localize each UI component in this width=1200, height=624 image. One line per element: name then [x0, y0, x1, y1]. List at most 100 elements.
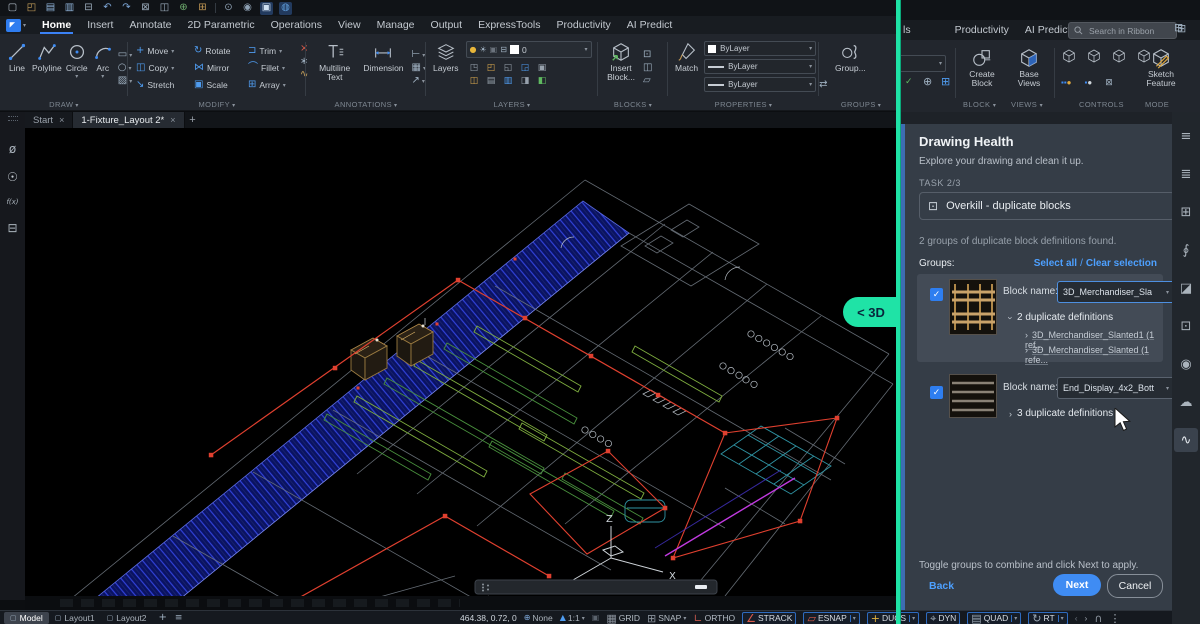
ribbon-tab[interactable]: ExpressTools: [470, 16, 548, 34]
ribbon-search-box[interactable]: [1068, 22, 1177, 39]
ribbon-button[interactable]: ⊞Array: [248, 77, 300, 93]
layer-delete-icon[interactable]: ◨: [517, 75, 534, 88]
isolate-objects-icon[interactable]: ø: [9, 143, 16, 155]
layers-button[interactable]: Layers: [433, 41, 459, 73]
sketch-feature-button[interactable]: Sketch Feature: [1139, 47, 1183, 89]
ribbon-button[interactable]: ▣Scale: [194, 77, 248, 93]
ribbon-tab[interactable]: Annotate: [121, 16, 179, 34]
layout-tab[interactable]: ▢Model: [4, 612, 49, 624]
annotation-flyout[interactable]: ▦: [412, 63, 426, 73]
bylayer-dropdown[interactable]: ByLayer: [704, 77, 816, 92]
match-properties-button[interactable]: Match: [675, 41, 698, 73]
annotative-check-icon[interactable]: ✓: [905, 78, 913, 87]
bricscad-logo[interactable]: [6, 19, 21, 32]
section-label[interactable]: VIEWS: [1011, 100, 1043, 109]
edit-check-icon[interactable]: ⊕: [923, 76, 932, 87]
annotation-flyout[interactable]: ⊢: [412, 50, 426, 60]
group-button[interactable]: Group...: [835, 41, 866, 73]
group-checkbox[interactable]: ✓: [930, 288, 943, 301]
prev-arrow-icon[interactable]: ‹: [1075, 613, 1078, 623]
ribbon-tab[interactable]: Insert: [79, 16, 121, 34]
layer-light-icon[interactable]: ▪▪●: [1061, 72, 1072, 90]
panel-stack-icon[interactable]: ⊟: [1174, 22, 1183, 33]
help-icon[interactable]: ◉: [241, 2, 254, 15]
ribbon-tab-clipped[interactable]: ls: [901, 21, 919, 39]
section-label[interactable]: MODIFY: [128, 100, 306, 109]
ribbon-tab[interactable]: Output: [423, 16, 471, 34]
ribbon-tab[interactable]: Operations: [263, 16, 330, 34]
back-link[interactable]: Back: [929, 580, 954, 592]
plot-icon[interactable]: ⊟: [82, 2, 95, 15]
next-arrow-icon[interactable]: ›: [1085, 613, 1088, 623]
ribbon-button[interactable]: ↘Stretch: [136, 77, 194, 93]
copy-clip-icon[interactable]: ◫: [158, 2, 171, 15]
close-icon[interactable]: [59, 115, 64, 125]
layer-lock-icon[interactable]: ▣: [534, 62, 551, 75]
support-icon[interactable]: ⊙: [222, 2, 235, 15]
view-control-cube-icon[interactable]: [1061, 48, 1077, 64]
ribbon-tab[interactable]: 2D Parametric: [180, 16, 263, 34]
block-tool[interactable]: ◫: [643, 63, 652, 73]
new-document-button[interactable]: +: [185, 112, 201, 128]
status-toggle-on[interactable]: +DUCS: [867, 612, 919, 624]
clear-selection-link[interactable]: Clear selection: [1086, 258, 1157, 269]
ribbon-button[interactable]: Circle: [66, 41, 88, 81]
layer-match-icon[interactable]: ◫: [466, 75, 483, 88]
section-label[interactable]: DRAW: [0, 100, 128, 109]
lightbulb-icon[interactable]: ☉: [7, 171, 18, 183]
ribbon-button[interactable]: ⋈Mirror: [194, 60, 248, 76]
section-label[interactable]: GROUPS: [819, 100, 899, 109]
ribbon-tab[interactable]: AI Predict: [619, 16, 681, 34]
document-tab[interactable]: Start: [25, 112, 73, 128]
layer-previous-icon[interactable]: ◧: [534, 75, 551, 88]
edit-add-icon[interactable]: ⊞: [941, 76, 950, 87]
layer-merge-icon[interactable]: ▥: [500, 75, 517, 88]
close-icon[interactable]: [170, 115, 175, 125]
structure-tree-icon[interactable]: ⊟: [7, 222, 17, 234]
bylayer-dropdown[interactable]: ByLayer: [704, 59, 816, 74]
layer-state-dropdown[interactable]: ● ☀ ▣ ⊟ 0: [466, 41, 592, 58]
layout-list-icon[interactable]: ≡: [175, 614, 183, 623]
select-all-link[interactable]: Select all: [1034, 258, 1077, 269]
workspace-switcher[interactable]: ⊕None: [524, 613, 553, 623]
qat-icon[interactable]: [215, 3, 216, 13]
save-all-icon[interactable]: ▥: [63, 2, 76, 15]
document-tab[interactable]: 1-Fixture_Layout 2*: [73, 112, 184, 128]
ribbon-tab[interactable]: View: [330, 16, 369, 34]
ribbon-button[interactable]: Arc: [92, 41, 114, 81]
section-label[interactable]: BLOCKS: [598, 100, 668, 109]
layout-tab[interactable]: ▢Layout1: [49, 612, 101, 624]
definition-item[interactable]: 3D_Merchandiser_Slanted (1 refe...: [1025, 345, 1163, 365]
bylayer-dropdown[interactable]: ByLayer: [704, 41, 816, 56]
publish-icon[interactable]: ⊞: [196, 2, 209, 15]
status-toggle-on[interactable]: ▤QUAD: [967, 612, 1021, 624]
layer-isolate-icon[interactable]: ◰: [483, 62, 500, 75]
fields-icon[interactable]: f(x): [6, 199, 18, 206]
add-layout-icon[interactable]: +: [159, 613, 167, 623]
block-tool[interactable]: ⊡: [643, 50, 652, 60]
etransmit-icon[interactable]: ⊕: [177, 2, 190, 15]
section-label[interactable]: ANNOTATIONS: [306, 100, 426, 109]
ribbon-button[interactable]: ⊐Trim: [248, 43, 300, 59]
ribbon-button[interactable]: Line: [6, 41, 28, 73]
view-settings-icon[interactable]: ▣: [260, 2, 273, 15]
status-toggle-on[interactable]: ⌖DYN: [926, 612, 960, 624]
open-icon[interactable]: ◰: [25, 2, 38, 15]
section-label[interactable]: BLOCK: [963, 100, 996, 109]
status-toggle-on[interactable]: ▱ESNAP: [803, 612, 859, 624]
selection-icon[interactable]: ⊠: [1105, 72, 1113, 90]
world-icon[interactable]: ◍: [279, 2, 292, 15]
ribbon-button[interactable]: ◫Copy: [136, 60, 194, 76]
ribbon-button[interactable]: ↻Rotate: [194, 43, 248, 59]
new-file-icon[interactable]: ▢: [6, 2, 19, 15]
redo-icon[interactable]: ↷: [120, 2, 133, 15]
ribbon-tab[interactable]: Home: [34, 16, 79, 34]
group-checkbox[interactable]: ✓: [930, 386, 943, 399]
clipped-dropdown[interactable]: [901, 55, 946, 72]
create-block-button[interactable]: Create Block: [961, 47, 1003, 89]
status-toggle[interactable]: ⊞SNAP: [647, 613, 686, 624]
status-toggle[interactable]: ∟ORTHO: [693, 613, 735, 624]
status-toggle-on[interactable]: ↻RT: [1028, 612, 1067, 624]
comparison-wipe-divider[interactable]: [896, 0, 901, 624]
block-name-dropdown[interactable]: 3D_Merchandiser_Sla: [1057, 281, 1175, 303]
